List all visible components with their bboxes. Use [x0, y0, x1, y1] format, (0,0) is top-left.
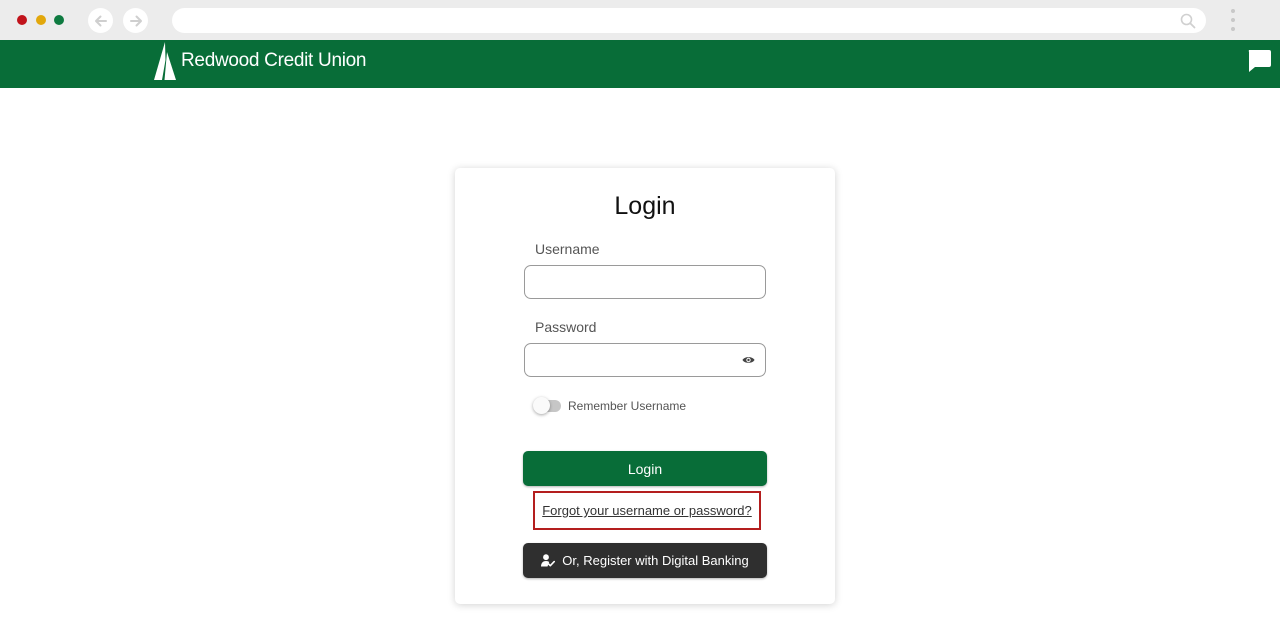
kebab-menu-icon[interactable] [1231, 9, 1236, 36]
toggle-knob [533, 397, 550, 414]
remember-username-label: Remember Username [568, 399, 687, 413]
chat-button[interactable] [1246, 48, 1272, 74]
password-input[interactable] [524, 343, 766, 377]
register-button[interactable]: Or, Register with Digital Banking [523, 543, 767, 578]
remember-username-toggle[interactable] [533, 397, 561, 414]
site-header: Redwood Credit Union [0, 40, 1280, 88]
arrow-left-icon [94, 15, 107, 26]
password-label: Password [535, 319, 597, 335]
login-button[interactable]: Login [523, 451, 767, 486]
login-card: Login Username Password Remember Usernam… [455, 168, 835, 604]
chat-bubble-icon [1248, 50, 1271, 72]
forgot-credentials-link[interactable]: Forgot your username or password? [542, 503, 752, 518]
back-button[interactable] [88, 8, 113, 33]
address-bar[interactable] [172, 8, 1206, 33]
register-button-label: Or, Register with Digital Banking [562, 553, 749, 568]
user-check-icon [541, 554, 556, 567]
arrow-right-icon [129, 15, 142, 26]
username-label: Username [535, 241, 600, 257]
eye-icon[interactable] [742, 355, 755, 365]
search-icon[interactable] [1180, 13, 1196, 29]
window-minimize-dot[interactable] [36, 15, 46, 25]
browser-toolbar [0, 0, 1280, 40]
username-input[interactable] [524, 265, 766, 299]
site-logo[interactable]: Redwood Credit Union [153, 42, 366, 80]
forgot-highlight-box: Forgot your username or password? [533, 491, 761, 530]
logo-text: Redwood Credit Union [181, 50, 367, 71]
login-title: Login [614, 192, 676, 220]
forward-button[interactable] [123, 8, 148, 33]
window-close-dot[interactable] [17, 15, 27, 25]
remember-username-row: Remember Username [533, 397, 687, 414]
redwood-tree-icon [154, 42, 176, 80]
window-maximize-dot[interactable] [54, 15, 64, 25]
